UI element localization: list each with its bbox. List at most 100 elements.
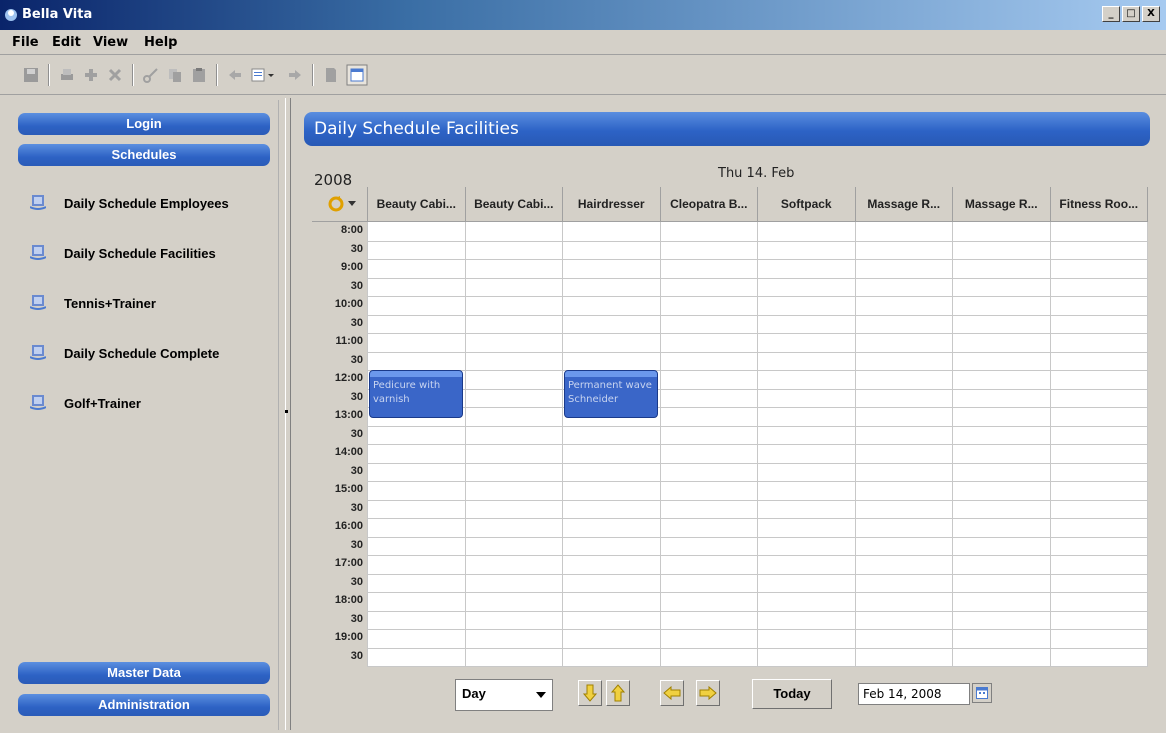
row-divider (368, 407, 1148, 408)
close-button[interactable]: X (1142, 6, 1160, 22)
column-header[interactable]: Massage R... (953, 187, 1051, 222)
sidebar-item-label: Daily Schedule Complete (64, 346, 220, 361)
schedule-grid[interactable]: Beauty Cabi... Beauty Cabi... Hairdresser C… (312, 187, 1148, 667)
date-field-value: Feb 14, 2008 (863, 687, 942, 701)
column-header[interactable]: Cleopatra B... (660, 187, 758, 222)
column-header[interactable]: Fitness Roo... (1050, 187, 1148, 222)
schedule-icon (30, 195, 46, 210)
scroll-down-button[interactable] (578, 680, 602, 706)
sidebar-item-daily-schedule-complete[interactable]: Daily Schedule Complete (30, 343, 270, 365)
row-divider (368, 444, 1148, 445)
arrow-down-icon (583, 684, 597, 702)
row-divider (368, 462, 1148, 464)
time-column: 8:00 30 9:00 30 10:00 30 11:00 30 12:00 30 13:00 30… (312, 222, 367, 667)
copy-icon[interactable] (166, 66, 184, 84)
time-label: 16:00 (334, 520, 363, 532)
print-icon[interactable] (58, 66, 76, 84)
sidebar-item-label: Daily Schedule Employees (64, 196, 229, 211)
appointment-header-bar (370, 371, 462, 377)
panel-splitter[interactable] (285, 98, 291, 730)
next-day-button[interactable] (696, 680, 720, 706)
sidebar-item-tennis-trainer[interactable]: Tennis+Trainer (30, 293, 270, 315)
time-label: 30 (350, 501, 363, 514)
column-header[interactable]: Beauty Cabi... (465, 187, 563, 222)
column-divider (464, 222, 466, 667)
row-divider (368, 555, 1148, 556)
time-label: 30 (350, 427, 363, 440)
appointment-block[interactable]: Pedicure with varnish (369, 370, 463, 419)
column-header[interactable]: Massage R... (855, 187, 953, 222)
column-header[interactable]: Beauty Cabi... (368, 187, 466, 222)
layout-icon[interactable] (346, 64, 368, 86)
menu-edit[interactable]: Edit (52, 35, 81, 50)
row-divider (368, 573, 1148, 575)
time-label: 30 (350, 612, 363, 625)
row-divider (368, 518, 1148, 519)
add-icon[interactable] (82, 66, 100, 84)
administration-button[interactable]: Administration (18, 694, 270, 716)
appointment-block[interactable]: Permanent wave Schneider (564, 370, 658, 419)
time-label: 11:00 (335, 335, 363, 347)
column-divider (1147, 222, 1148, 667)
save-icon[interactable] (22, 66, 40, 84)
delete-icon[interactable] (106, 66, 124, 84)
schedule-icon (30, 395, 46, 410)
appointment-text: Pedicure with varnish (373, 380, 441, 405)
refresh-header[interactable] (312, 187, 368, 222)
time-label: 12:00 (334, 372, 363, 384)
row-divider (368, 314, 1148, 316)
time-label: 30 (350, 390, 363, 403)
calendar-button[interactable] (972, 683, 992, 703)
back-icon[interactable] (226, 66, 244, 84)
scroll-up-button[interactable] (606, 680, 630, 706)
time-label: 9:00 (340, 261, 363, 273)
schedules-button[interactable]: Schedules (18, 144, 270, 166)
row-divider (368, 333, 1148, 334)
document-icon[interactable] (322, 66, 340, 84)
menu-view[interactable]: View (93, 35, 128, 50)
schedule-icon (30, 245, 46, 260)
row-divider (368, 351, 1148, 353)
time-label: 13:00 (334, 409, 363, 421)
column-divider (757, 222, 758, 667)
row-divider (368, 610, 1148, 612)
time-label: 18:00 (334, 594, 363, 606)
sidebar-item-golf-trainer[interactable]: Golf+Trainer (30, 393, 270, 415)
chevron-down-icon[interactable] (348, 201, 356, 206)
refresh-icon[interactable] (328, 196, 344, 212)
menu-file[interactable]: File (12, 35, 39, 50)
today-button[interactable]: Today (752, 679, 832, 709)
day-label: Thu 14. Feb (718, 166, 795, 181)
splitter-handle[interactable] (285, 410, 288, 413)
cut-icon[interactable] (142, 66, 160, 84)
view-select[interactable]: Day (455, 679, 553, 711)
menu-help[interactable]: Help (144, 35, 177, 50)
previous-day-button[interactable] (660, 680, 684, 706)
maximize-button[interactable]: □ (1122, 6, 1140, 22)
row-divider (368, 481, 1148, 482)
time-label: 30 (350, 353, 363, 366)
column-header[interactable]: Hairdresser (563, 187, 661, 222)
time-label: 30 (350, 464, 363, 477)
page-title: Daily Schedule Facilities (314, 119, 519, 139)
row-divider (368, 592, 1148, 593)
forward-icon[interactable] (286, 66, 304, 84)
sidebar-item-daily-schedule-employees[interactable]: Daily Schedule Employees (30, 193, 270, 215)
master-data-button[interactable]: Master Data (18, 662, 270, 684)
column-divider (854, 222, 856, 667)
window-title: Bella Vita (22, 7, 93, 22)
row-divider (368, 277, 1148, 279)
row-divider (368, 388, 1148, 390)
paste-icon[interactable] (190, 66, 208, 84)
column-divider (952, 222, 953, 667)
time-label: 30 (350, 279, 363, 292)
chevron-down-icon (536, 692, 546, 698)
sidebar-item-daily-schedule-facilities[interactable]: Daily Schedule Facilities (30, 243, 270, 265)
login-button[interactable]: Login (18, 113, 270, 135)
row-divider (368, 370, 1148, 371)
list-icon[interactable] (250, 66, 280, 84)
column-header[interactable]: Softpack (758, 187, 856, 222)
date-field[interactable]: Feb 14, 2008 (858, 683, 970, 705)
view-select-value: Day (462, 686, 486, 701)
minimize-button[interactable]: _ (1102, 6, 1120, 22)
